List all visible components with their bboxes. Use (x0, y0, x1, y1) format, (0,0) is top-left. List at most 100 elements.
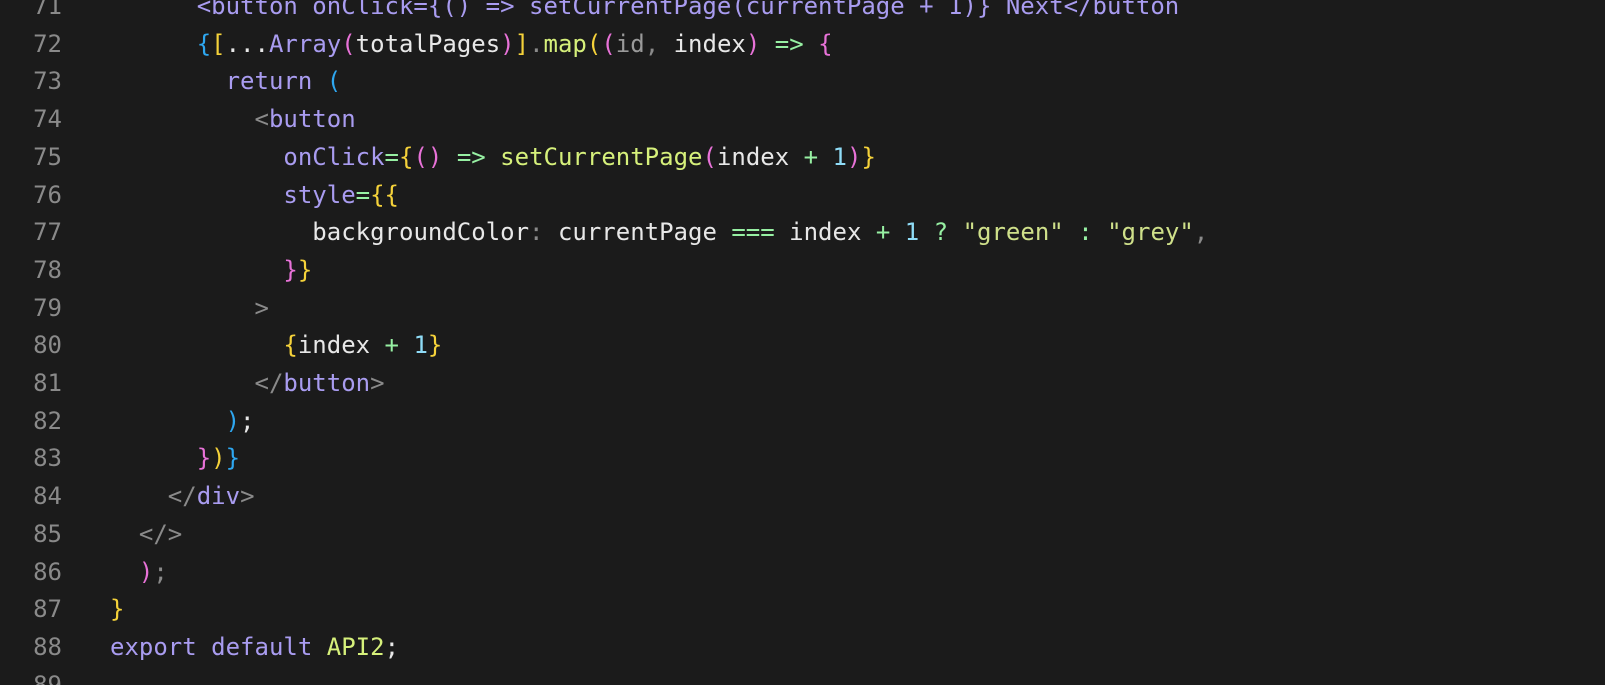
code-token: currentPage (543, 218, 732, 247)
line-number: 77 (33, 218, 62, 247)
code-token: index (716, 142, 790, 171)
code-token: return (225, 67, 313, 96)
code-token: , (644, 29, 674, 58)
code-token: ? (933, 218, 949, 247)
code-token: map (543, 29, 587, 58)
code-line[interactable]: 80 {index + 1} (0, 327, 1605, 365)
code-line[interactable]: 87} (0, 591, 1605, 629)
code-text: }} (110, 252, 312, 290)
code-text: <button (110, 101, 356, 139)
code-text: backgroundColor: currentPage === index +… (110, 214, 1208, 252)
line-number: 82 (33, 406, 62, 435)
code-line[interactable]: 71 <button onClick={() => setCurrentPage… (0, 0, 1605, 26)
code-line[interactable]: 88 export default API2; (0, 629, 1605, 667)
line-number: 83 (33, 444, 62, 473)
code-line[interactable]: 84 </div> (0, 478, 1605, 516)
code-line[interactable]: 77 backgroundColor: currentPage === inde… (0, 214, 1605, 252)
code-token: + (875, 218, 891, 247)
code-token: button (268, 105, 356, 134)
code-text: style={{ (110, 177, 399, 215)
code-token: () (413, 142, 443, 171)
code-token: } (225, 444, 241, 473)
code-token: => (456, 142, 486, 171)
code-token: ; (153, 557, 168, 586)
line-number: 89 (33, 670, 62, 685)
line-number: 75 (33, 142, 62, 171)
line-number: 79 (33, 293, 62, 322)
line-number: 74 (33, 105, 62, 134)
code-token: index (297, 331, 371, 360)
code-line[interactable]: 85 </> (0, 516, 1605, 554)
code-token: setCurrentPage (500, 142, 703, 171)
code-token: </> (138, 519, 183, 548)
code-token: , (1193, 218, 1209, 247)
code-token: ( (601, 29, 616, 58)
code-token: Array (268, 29, 342, 58)
code-line[interactable]: 79 > (0, 290, 1605, 328)
code-line[interactable]: 82 ); (0, 403, 1605, 441)
line-number: 87 (33, 595, 62, 624)
code-text: ); (110, 403, 255, 441)
code-line[interactable]: 73 return ( (0, 63, 1605, 101)
code-token: div (196, 482, 241, 511)
code-token: </ (254, 369, 284, 397)
line-number: 73 (33, 67, 62, 96)
code-line[interactable]: 83 })} (0, 440, 1605, 478)
line-number: 76 (33, 180, 62, 209)
code-token: index (774, 218, 876, 247)
code-token: === (731, 218, 775, 247)
code-token: ) (225, 406, 241, 435)
code-token: 1 (413, 331, 428, 360)
code-text: > (110, 290, 269, 328)
code-token: default (211, 632, 313, 661)
code-line[interactable]: 86 ); (0, 554, 1605, 592)
code-token: ) (211, 444, 226, 473)
code-token: 1 (904, 218, 920, 247)
code-token: ( (702, 142, 717, 171)
line-number: 78 (33, 255, 62, 284)
code-token: { (818, 29, 833, 58)
line-number: 85 (33, 519, 62, 548)
code-text: onClick={() => setCurrentPage(index + 1)… (110, 139, 876, 177)
code-text: } (110, 591, 124, 629)
code-editor[interactable]: 71 <button onClick={() => setCurrentPage… (0, 0, 1605, 685)
code-token: } (297, 255, 313, 284)
code-token: = (384, 142, 399, 171)
code-line[interactable]: 78 }} (0, 252, 1605, 290)
line-number: 81 (33, 369, 62, 397)
code-line[interactable]: 89 (0, 667, 1605, 685)
line-number: 80 (33, 331, 62, 360)
code-line[interactable]: 81 </button> (0, 365, 1605, 403)
line-number: 86 (33, 557, 62, 586)
code-token: button (283, 369, 371, 397)
line-number: 72 (33, 29, 62, 58)
code-line[interactable]: 76 style={{ (0, 177, 1605, 215)
code-token: totalPages (355, 29, 501, 58)
code-token: ) (500, 29, 515, 58)
code-token: + (803, 142, 819, 171)
code-line[interactable]: 74 <button (0, 101, 1605, 139)
code-token: { (196, 29, 212, 58)
code-line[interactable]: 72 {[...Array(totalPages)].map((id, inde… (0, 26, 1605, 64)
code-token: } (283, 255, 298, 284)
line-number: 88 (33, 632, 62, 661)
code-line[interactable]: 75 onClick={() => setCurrentPage(index +… (0, 139, 1605, 177)
code-text: </> (110, 516, 182, 554)
code-token: export (110, 632, 197, 661)
code-token: = (355, 180, 371, 209)
